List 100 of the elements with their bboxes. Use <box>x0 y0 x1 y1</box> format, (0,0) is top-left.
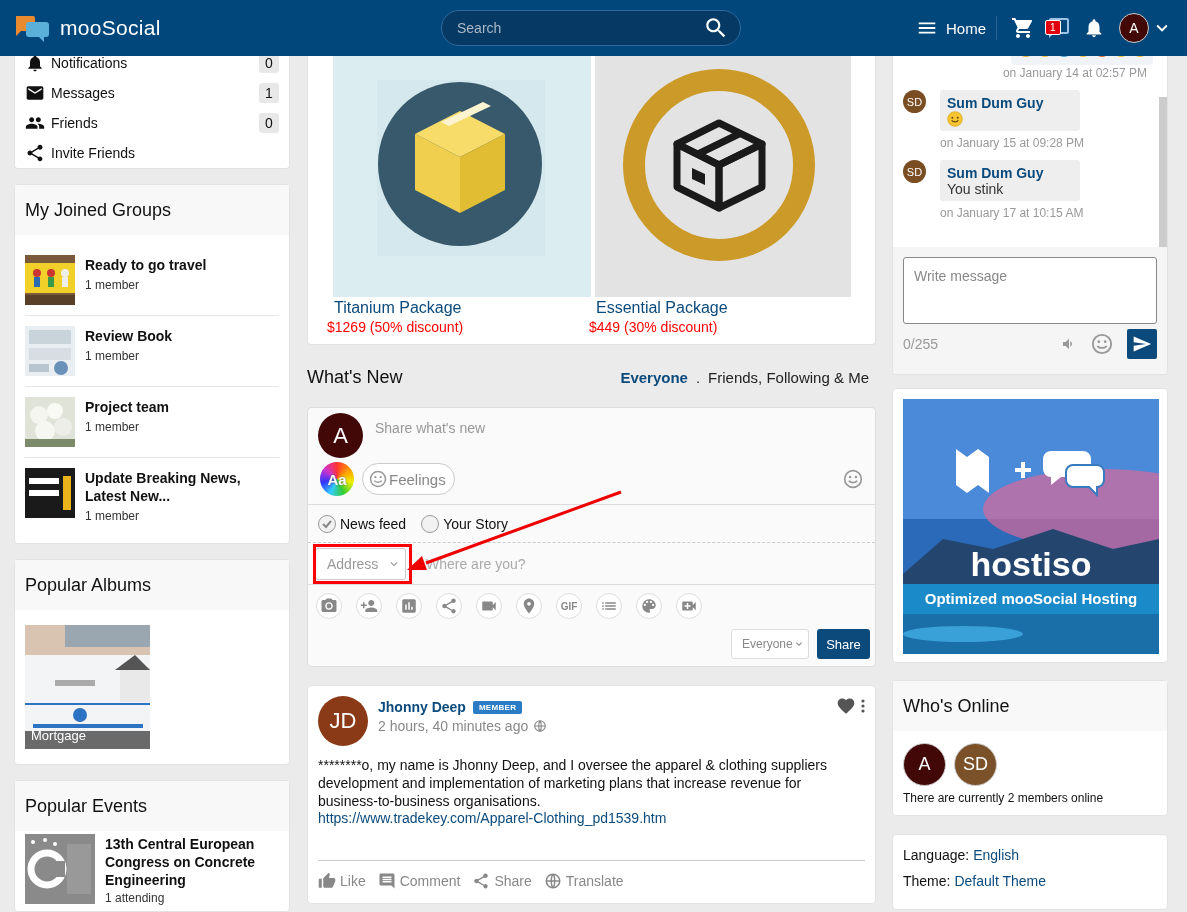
comment-button[interactable]: Comment <box>377 872 461 890</box>
send-icon <box>1132 334 1152 354</box>
send-button[interactable] <box>1127 329 1157 359</box>
palette-button[interactable] <box>636 593 662 619</box>
ad-tagline: Optimized mooSocial Hosting <box>923 590 1139 607</box>
envelope-icon <box>25 83 45 103</box>
user-avatar[interactable]: A <box>903 743 946 786</box>
chart-icon <box>400 597 418 615</box>
message-time: on January 14 at 02:57 PM <box>1001 66 1148 80</box>
home-menu[interactable]: Home <box>916 16 997 40</box>
video-add-button[interactable] <box>676 593 702 619</box>
card-title: Popular Events <box>25 795 148 817</box>
message-time: on January 17 at 10:15 AM <box>940 206 1085 220</box>
video-camera-button[interactable] <box>476 593 502 619</box>
package-price: $449 (30% discount) <box>589 319 719 335</box>
brand-name[interactable]: mooSocial <box>60 16 161 40</box>
heart-icon[interactable] <box>836 696 856 716</box>
card-title: Who's Online <box>903 695 1010 717</box>
share-button[interactable]: Share <box>472 872 532 890</box>
sidebar-link[interactable]: Messages <box>51 85 115 101</box>
share-icon <box>25 143 45 163</box>
smiley-icon <box>369 470 387 488</box>
status-field[interactable]: Share what's new <box>373 418 773 438</box>
group-name[interactable]: Ready to go travel <box>85 256 207 274</box>
user-avatar: A <box>1119 13 1149 43</box>
separator-dot: . <box>695 368 701 386</box>
post-time: 2 hours, 40 minutes ago <box>378 718 529 734</box>
member-count: 1 member <box>85 509 141 523</box>
author-avatar[interactable]: JD <box>318 696 368 746</box>
setting-link[interactable]: Default Theme <box>954 873 1047 889</box>
member-count: 1 member <box>85 349 141 363</box>
radio-label[interactable]: News feed <box>340 515 407 532</box>
character-counter: 0/255 <box>903 336 939 352</box>
radio-button[interactable] <box>421 514 440 533</box>
account-menu[interactable]: A <box>1119 13 1173 43</box>
user-avatar: A <box>318 413 363 458</box>
attending-count: 1 attending <box>105 891 166 905</box>
radio-label[interactable]: Your Story <box>443 515 508 532</box>
post-link[interactable]: https://www.tradekey.com/Apparel-Clothing_pd1539.htm <box>318 810 667 826</box>
sidebar-link[interactable]: Invite Friends <box>51 145 136 161</box>
chart-button[interactable] <box>396 593 422 619</box>
card-title: My Joined Groups <box>25 199 172 221</box>
cart-button[interactable] <box>1011 16 1035 40</box>
share-icon <box>472 872 491 890</box>
online-summary: There are currently 2 members online <box>902 790 1105 807</box>
feed-filter[interactable]: Friends, Following & Me <box>708 368 869 386</box>
author-name[interactable]: Jhonny Deep <box>378 699 466 715</box>
group-name[interactable]: Project team <box>85 398 170 416</box>
setting-link[interactable]: English <box>973 847 1020 863</box>
message-time: on January 15 at 09:28 PM <box>940 136 1086 150</box>
list-button[interactable] <box>596 593 622 619</box>
message-field[interactable]: Write message <box>903 257 1157 324</box>
scrollbar[interactable] <box>1159 97 1167 247</box>
card-title: Popular Albums <box>25 574 152 596</box>
person-add-button[interactable] <box>356 593 382 619</box>
gif-button[interactable]: GIF <box>556 593 582 619</box>
feed-filter[interactable]: Everyone <box>620 368 688 386</box>
share-button[interactable] <box>436 593 462 619</box>
group-name[interactable]: Review Book <box>85 327 173 345</box>
count-badge: 0 <box>259 113 279 133</box>
package-name[interactable]: Essential Package <box>595 299 851 317</box>
count-badge: 1 <box>259 83 279 103</box>
post-text: ********o, my name is Jhonny Deep, and I oversee the apparel & clothing suppliers development and implementation of marketing plans that increase revenue for business-to-business organisations. <box>318 756 828 810</box>
like-button[interactable]: Like <box>318 872 366 890</box>
radio-button[interactable] <box>318 514 336 533</box>
message-text: You stink <box>947 181 1005 197</box>
count-badge: 0 <box>259 56 279 73</box>
album-caption[interactable]: Mortgage <box>31 728 86 743</box>
sender-name[interactable]: Sum Dum Guy <box>947 95 1068 111</box>
thumbs-up-icon <box>318 872 336 890</box>
share-button[interactable]: Share <box>817 629 870 659</box>
logo-icon[interactable] <box>14 14 50 42</box>
sidebar-link[interactable]: Friends <box>51 115 98 131</box>
event-name[interactable]: 13th Central European Congress on Concrete Engineering <box>105 835 279 889</box>
camera-button[interactable] <box>316 593 342 619</box>
camera-icon <box>320 597 338 615</box>
emoji-button-icon[interactable] <box>1091 333 1113 355</box>
member-count: 1 member <box>85 278 141 292</box>
group-name[interactable]: Update Breaking News, Latest New... <box>85 469 279 505</box>
setting-label: Language: <box>903 847 970 863</box>
search-field[interactable]: Search <box>441 10 741 46</box>
feelings-button[interactable]: Feelings <box>362 463 455 495</box>
globe-icon <box>543 872 562 890</box>
notification-badge: 1 <box>1045 20 1061 35</box>
sidebar-link[interactable]: Notifications <box>51 56 128 71</box>
smiley-icon <box>947 111 963 127</box>
privacy-select[interactable]: Everyone <box>731 629 809 659</box>
more-icon[interactable] <box>861 699 865 713</box>
setting-label: Theme: <box>903 873 951 889</box>
emoji-button-icon[interactable] <box>843 469 863 489</box>
translate-button[interactable]: Translate <box>543 872 624 890</box>
sender-name[interactable]: Sum Dum Guy <box>947 165 1068 181</box>
cart-icon <box>1011 16 1035 40</box>
sender-avatar: SD <box>903 160 926 183</box>
user-avatar[interactable]: SD <box>954 743 997 786</box>
sender-avatar: SD <box>903 90 926 113</box>
package-name[interactable]: Titanium Package <box>333 299 591 317</box>
globe-icon <box>533 719 548 733</box>
location-pin-button[interactable] <box>516 593 542 619</box>
comment-icon <box>377 872 396 890</box>
